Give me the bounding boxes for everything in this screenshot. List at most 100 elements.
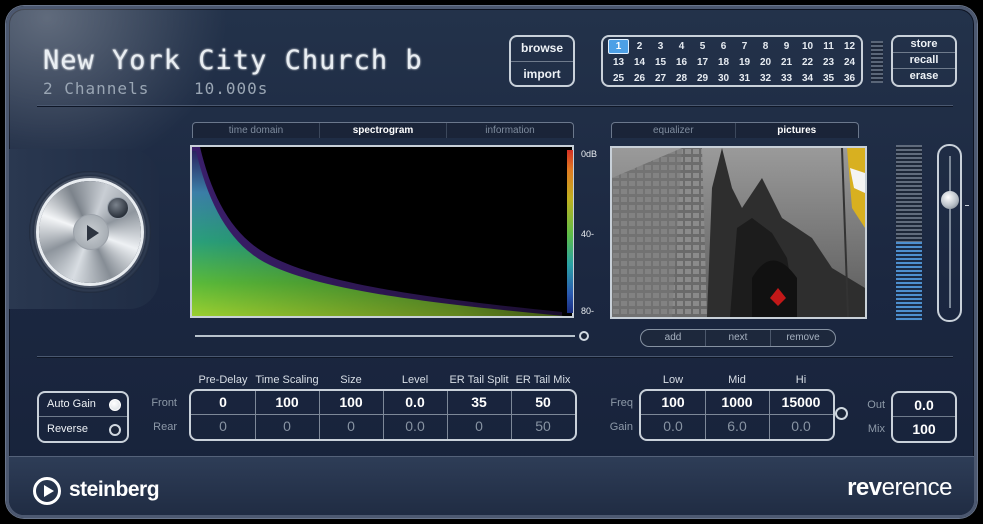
program-slot[interactable]: 3 <box>650 39 671 54</box>
eq-enable-toggle[interactable] <box>835 407 848 420</box>
program-slot[interactable]: 8 <box>755 39 776 54</box>
tab-equalizer[interactable]: equalizer <box>612 123 736 138</box>
import-button[interactable]: import <box>511 67 573 81</box>
eq-param-header: Mid <box>728 374 746 386</box>
program-slot[interactable]: 29 <box>692 71 713 86</box>
eq-param-value[interactable]: 6.0 <box>705 418 769 434</box>
reverb-param-value[interactable]: 0 <box>319 418 383 434</box>
reverb-param-value[interactable]: 50 <box>511 418 575 434</box>
eq-param-value[interactable]: 100 <box>641 394 705 410</box>
decay-fade <box>192 147 572 316</box>
program-slot[interactable]: 7 <box>734 39 755 54</box>
tab-pictures[interactable]: pictures <box>736 123 859 138</box>
auto-gain-label: Auto Gain <box>47 398 96 410</box>
reverb-param-value[interactable]: 100 <box>255 394 319 410</box>
eq-param-header: Low <box>662 374 684 386</box>
spectrogram-display <box>190 145 574 318</box>
tab-time-domain[interactable]: time domain <box>193 123 320 138</box>
program-slot[interactable]: 19 <box>734 55 755 70</box>
out-value[interactable]: 0.0 <box>893 397 955 413</box>
remove-picture-button[interactable]: remove <box>771 330 835 346</box>
program-slot[interactable]: 20 <box>755 55 776 70</box>
program-slot[interactable]: 23 <box>818 55 839 70</box>
mix-value[interactable]: 100 <box>893 421 955 437</box>
program-slot[interactable]: 26 <box>629 71 650 86</box>
reverb-param-value[interactable]: 50 <box>511 394 575 410</box>
program-slot[interactable]: 6 <box>713 39 734 54</box>
program-slot[interactable]: 22 <box>797 55 818 70</box>
eq-param-value[interactable]: 0.0 <box>641 418 705 434</box>
reverb-param-value[interactable]: 0.0 <box>383 418 447 434</box>
program-slot[interactable]: 25 <box>608 71 629 86</box>
reverse-toggle[interactable] <box>109 424 121 436</box>
program-slot[interactable]: 9 <box>776 39 797 54</box>
auto-gain-toggle[interactable] <box>109 399 121 411</box>
church-photo <box>612 148 865 317</box>
program-slot[interactable]: 15 <box>650 55 671 70</box>
recall-button[interactable]: recall <box>893 54 955 66</box>
program-slot[interactable]: 18 <box>713 55 734 70</box>
spectrogram-position-handle[interactable] <box>579 331 589 341</box>
program-slot[interactable]: 30 <box>713 71 734 86</box>
slider-handle[interactable] <box>941 191 959 209</box>
play-icon[interactable] <box>73 214 109 250</box>
reverb-param-value[interactable]: 0.0 <box>383 394 447 410</box>
program-slot[interactable]: 11 <box>818 39 839 54</box>
program-slot[interactable]: 16 <box>671 55 692 70</box>
program-slot[interactable]: 21 <box>776 55 797 70</box>
reverse-label: Reverse <box>47 423 88 435</box>
eq-param-value[interactable]: 15000 <box>769 394 833 410</box>
program-slot[interactable]: 27 <box>650 71 671 86</box>
program-slot[interactable]: 31 <box>734 71 755 86</box>
reverb-param-value[interactable]: 35 <box>447 394 511 410</box>
spectrogram-position-track[interactable] <box>195 335 575 337</box>
play-knob[interactable] <box>23 157 171 307</box>
eq-param-value[interactable]: 0.0 <box>769 418 833 434</box>
reverb-param-value[interactable]: 0 <box>447 418 511 434</box>
picture-nav: add next remove <box>640 329 836 347</box>
program-slot[interactable]: 33 <box>776 71 797 86</box>
program-slot[interactable]: 36 <box>839 71 860 86</box>
store-recall-erase-group: store recall erase <box>891 35 957 87</box>
slider-groove <box>949 156 951 308</box>
knob-indicator <box>107 197 129 219</box>
slider-tick <box>965 205 969 206</box>
browse-import-group: browse import <box>509 35 575 87</box>
reverb-param-value[interactable]: 0 <box>191 418 255 434</box>
erase-button[interactable]: erase <box>893 70 955 82</box>
program-slot[interactable]: 4 <box>671 39 692 54</box>
tab-information[interactable]: information <box>447 123 573 138</box>
program-slot[interactable]: 28 <box>671 71 692 86</box>
program-slot[interactable]: 10 <box>797 39 818 54</box>
program-slot[interactable]: 14 <box>629 55 650 70</box>
program-slot[interactable]: 5 <box>692 39 713 54</box>
program-slot[interactable]: 2 <box>629 39 650 54</box>
program-slot[interactable]: 12 <box>839 39 860 54</box>
reverb-param-header: ER Tail Split <box>449 374 509 386</box>
divider <box>893 68 955 69</box>
program-slot[interactable]: 32 <box>755 71 776 86</box>
reverb-param-value[interactable]: 0 <box>191 394 255 410</box>
reverb-param-value[interactable]: 0 <box>255 418 319 434</box>
program-slot[interactable]: 13 <box>608 55 629 70</box>
program-slot[interactable]: 34 <box>797 71 818 86</box>
eq-param-value[interactable]: 1000 <box>705 394 769 410</box>
next-picture-button[interactable]: next <box>706 330 771 346</box>
mix-label: Mix <box>867 423 885 435</box>
store-button[interactable]: store <box>893 38 955 50</box>
program-slot[interactable]: 1 <box>608 39 629 54</box>
footer-bar: steinberg reverence <box>9 456 974 515</box>
reverb-param-value[interactable]: 100 <box>319 394 383 410</box>
program-slot[interactable]: 17 <box>692 55 713 70</box>
toggle-group: Auto Gain Reverse <box>37 391 129 443</box>
add-picture-button[interactable]: add <box>641 330 706 346</box>
params-separator <box>37 356 953 357</box>
program-slot[interactable]: 35 <box>818 71 839 86</box>
analysis-tabbar: time domain spectrogram information <box>192 122 574 138</box>
wet-level-slider[interactable] <box>937 144 962 322</box>
tab-spectrogram[interactable]: spectrogram <box>320 123 447 138</box>
spectrogram-plot <box>192 147 572 316</box>
browse-button[interactable]: browse <box>511 41 573 55</box>
program-slot[interactable]: 24 <box>839 55 860 70</box>
product-name-bold: rev <box>847 474 882 501</box>
